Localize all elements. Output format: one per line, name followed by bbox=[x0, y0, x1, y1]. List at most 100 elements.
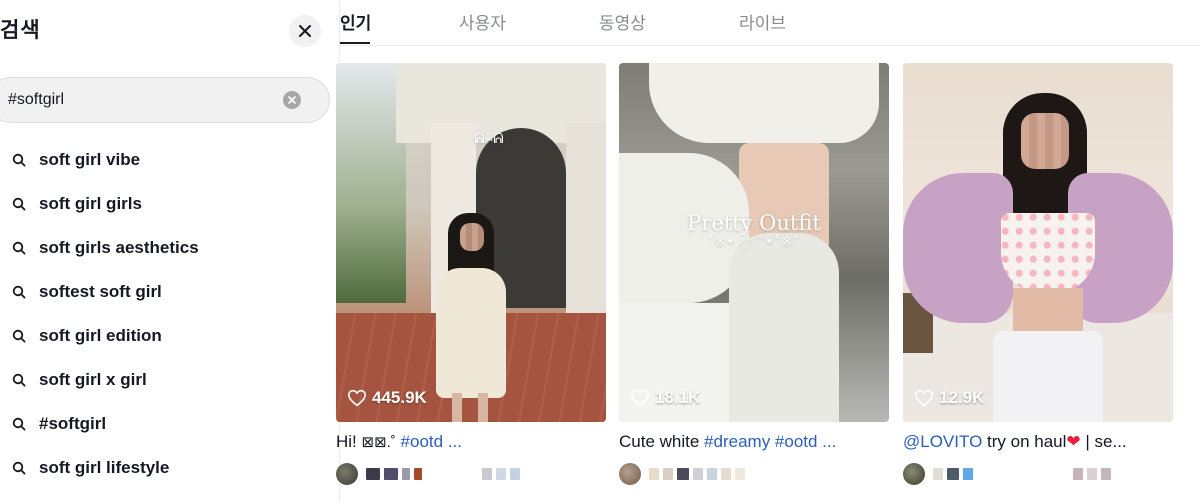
active-tab-indicator bbox=[340, 42, 370, 44]
search-icon bbox=[11, 328, 27, 344]
suggestion-item[interactable]: soft girl lifestyle bbox=[0, 446, 330, 490]
thumbnail-background bbox=[649, 63, 879, 143]
redacted-username bbox=[1073, 468, 1083, 480]
suggestion-label: soft girls aesthetics bbox=[39, 238, 199, 257]
redacted-username bbox=[933, 468, 943, 480]
thumbnail-background bbox=[1021, 113, 1069, 169]
suggestion-item[interactable]: softest soft girl bbox=[0, 270, 330, 314]
suggestion-label: soft girl x girl bbox=[39, 370, 147, 389]
redacted-username bbox=[414, 468, 422, 480]
like-count-value: 18.1K bbox=[655, 388, 701, 407]
thumbnail-background bbox=[566, 123, 606, 333]
video-card[interactable]: ᕱ⑅ᕱ 445.9K Hi! ⊠⊠.˚ #ootd ... bbox=[336, 63, 606, 486]
redacted-username bbox=[663, 468, 673, 480]
thumbnail-sticker: ᕱ⑅ᕱ bbox=[474, 131, 504, 147]
heart-outline-icon bbox=[914, 389, 934, 407]
like-count: 18.1K bbox=[630, 388, 700, 408]
avatar[interactable] bbox=[336, 463, 358, 485]
caption-text-rest: | se... bbox=[1080, 432, 1127, 451]
thumbnail-background bbox=[993, 331, 1103, 422]
video-thumbnail[interactable]: ᕱ⑅ᕱ 445.9K bbox=[336, 63, 606, 422]
search-icon bbox=[11, 284, 27, 300]
video-caption[interactable]: Hi! ⊠⊠.˚ #ootd ... bbox=[336, 432, 606, 454]
suggestion-item[interactable]: soft girls aesthetics bbox=[0, 226, 330, 270]
redacted-username bbox=[1101, 468, 1111, 480]
author-row[interactable] bbox=[336, 462, 606, 486]
caption-hashtag-link[interactable]: #ootd ... bbox=[401, 432, 462, 451]
search-panel: 검색 soft girl vibe soft girl girls soft g… bbox=[0, 0, 340, 502]
red-heart-icon: ❤ bbox=[1066, 432, 1081, 451]
redacted-username bbox=[366, 468, 380, 480]
video-thumbnail[interactable]: 12.9K bbox=[903, 63, 1173, 422]
redacted-username bbox=[677, 468, 689, 480]
redacted-username bbox=[496, 468, 506, 480]
heart-outline-icon bbox=[630, 389, 650, 407]
suggestion-label: soft girl edition bbox=[39, 326, 162, 345]
thumbnail-background bbox=[1001, 213, 1095, 293]
author-row[interactable] bbox=[619, 462, 889, 486]
search-icon bbox=[11, 416, 27, 432]
like-count-value: 445.9K bbox=[372, 388, 427, 407]
like-count: 445.9K bbox=[347, 388, 427, 408]
redacted-username bbox=[649, 468, 659, 480]
search-icon bbox=[11, 460, 27, 476]
suggestion-item[interactable]: soft girl girls bbox=[0, 182, 330, 226]
caption-hashtag-link[interactable]: #dreamy #ootd ... bbox=[704, 432, 836, 451]
panel-title: 검색 bbox=[0, 18, 41, 42]
thumbnail-background bbox=[903, 173, 1013, 323]
search-icon bbox=[11, 240, 27, 256]
clear-search-button[interactable] bbox=[283, 91, 301, 109]
redacted-username bbox=[384, 468, 398, 480]
suggestion-label: soft girl vibe bbox=[39, 150, 141, 169]
caption-mention-link[interactable]: @LOVITO bbox=[903, 432, 982, 451]
result-tabs: 인기 사용자 동영상 라이브 bbox=[340, 0, 1200, 46]
thumbnail-background bbox=[452, 393, 462, 422]
caption-glyph: ⊠⊠.˚ bbox=[361, 434, 396, 451]
thumbnail-background bbox=[729, 233, 839, 422]
caption-text: try on haul bbox=[982, 432, 1067, 451]
tab-live[interactable]: 라이브 bbox=[739, 9, 786, 34]
redacted-username bbox=[1087, 468, 1097, 480]
suggestion-list: soft girl vibe soft girl girls soft girl… bbox=[0, 138, 330, 490]
heart-outline-icon bbox=[347, 389, 367, 407]
search-icon bbox=[11, 152, 27, 168]
suggestion-label: soft girl girls bbox=[39, 194, 142, 213]
redacted-username bbox=[693, 468, 703, 480]
suggestion-label: soft girl lifestyle bbox=[39, 458, 170, 477]
avatar[interactable] bbox=[619, 463, 641, 485]
redacted-username bbox=[735, 468, 745, 480]
redacted-username bbox=[963, 468, 973, 480]
search-icon bbox=[11, 196, 27, 212]
video-thumbnail[interactable]: Pretty Outfit ˚※•.◌.˚•˚※˚ 18.1K bbox=[619, 63, 889, 422]
caption-text: Hi! bbox=[336, 432, 362, 451]
suggestion-label: #softgirl bbox=[39, 414, 107, 433]
close-button[interactable] bbox=[289, 15, 321, 47]
video-caption[interactable]: Cute white #dreamy #ootd ... bbox=[619, 432, 889, 454]
clear-icon bbox=[288, 96, 296, 104]
redacted-username bbox=[721, 468, 731, 480]
thumbnail-background bbox=[1013, 288, 1083, 333]
search-box bbox=[0, 77, 330, 123]
tab-users[interactable]: 사용자 bbox=[459, 9, 506, 34]
overlay-title: Pretty Outfit bbox=[687, 211, 821, 235]
like-count: 12.9K bbox=[914, 388, 984, 408]
redacted-username bbox=[482, 468, 492, 480]
suggestion-item[interactable]: soft girl vibe bbox=[0, 138, 330, 182]
author-row[interactable] bbox=[903, 462, 1173, 486]
close-icon bbox=[299, 25, 311, 37]
video-card[interactable]: 12.9K @LOVITO try on haul❤ | se... bbox=[903, 63, 1173, 486]
overlay-decoration: ˚※•.◌.˚•˚※˚ bbox=[707, 235, 801, 250]
search-icon bbox=[11, 372, 27, 388]
suggestion-item[interactable]: #softgirl bbox=[0, 402, 330, 446]
video-card[interactable]: Pretty Outfit ˚※•.◌.˚•˚※˚ 18.1K Cute whi… bbox=[619, 63, 889, 486]
tab-videos[interactable]: 동영상 bbox=[599, 9, 646, 34]
tab-popular[interactable]: 인기 bbox=[340, 9, 371, 34]
video-caption[interactable]: @LOVITO try on haul❤ | se... bbox=[903, 432, 1173, 454]
suggestion-item[interactable]: soft girl edition bbox=[0, 314, 330, 358]
suggestion-item[interactable]: soft girl x girl bbox=[0, 358, 330, 402]
redacted-username bbox=[402, 468, 410, 480]
redacted-username bbox=[510, 468, 520, 480]
search-input[interactable] bbox=[8, 78, 278, 122]
avatar[interactable] bbox=[903, 463, 925, 485]
like-count-value: 12.9K bbox=[939, 388, 985, 407]
